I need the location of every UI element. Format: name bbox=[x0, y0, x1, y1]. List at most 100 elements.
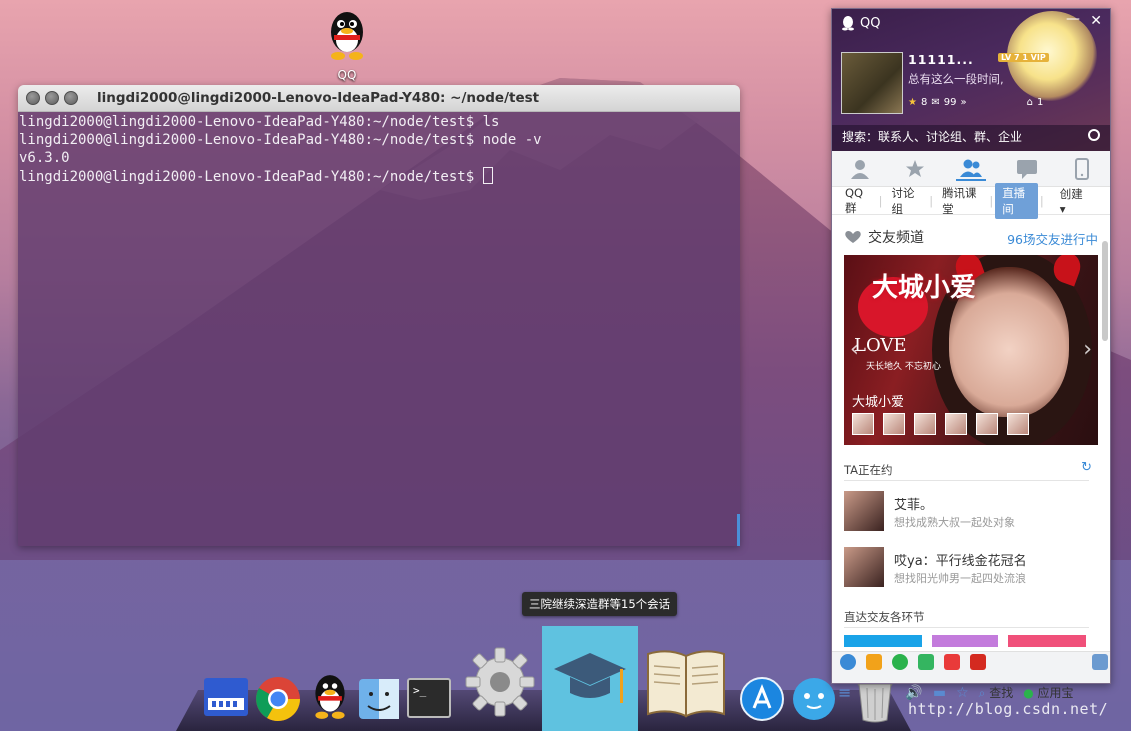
section-link[interactable]: 96场交友进行中 bbox=[1007, 229, 1098, 248]
qq-main-panel[interactable]: QQ — ✕ 11111... LV 7 1 VIP 总有这么一段时间, ★ 8… bbox=[831, 8, 1111, 684]
home-icon[interactable]: ⌂ bbox=[1027, 97, 1033, 108]
subtab-classroom[interactable]: 腾讯课堂 bbox=[935, 183, 987, 219]
app-center-icon: ● bbox=[1023, 686, 1034, 700]
thumbnail[interactable] bbox=[1007, 413, 1029, 435]
qq-title-area: QQ bbox=[840, 15, 880, 31]
chevron-right-icon[interactable]: › bbox=[1083, 337, 1092, 362]
tab-groups[interactable] bbox=[955, 157, 986, 181]
tab-contacts[interactable] bbox=[845, 157, 875, 181]
mail-icon[interactable]: ✉ bbox=[931, 97, 939, 108]
stock-icon[interactable] bbox=[944, 654, 960, 670]
thumbnail[interactable] bbox=[852, 413, 874, 435]
subtab-live[interactable]: 直播间 bbox=[995, 182, 1038, 219]
menu-icon[interactable]: ≡ bbox=[838, 683, 851, 702]
nickname[interactable]: 11111... bbox=[908, 52, 974, 67]
find-button[interactable]: ⌕ 查找 bbox=[979, 684, 1014, 701]
qq-app-title: QQ bbox=[860, 15, 881, 31]
terminal-icon[interactable]: >_ bbox=[407, 678, 451, 718]
star-level-icon[interactable]: ★ bbox=[908, 97, 917, 108]
maximize-button[interactable] bbox=[64, 91, 78, 105]
status-badges: ★ 8 ✉ 99 » ⌂ 1 bbox=[908, 97, 1043, 108]
divider: | bbox=[878, 193, 883, 208]
qq-scrollbar[interactable] bbox=[1102, 235, 1108, 665]
tab-mobile[interactable] bbox=[1067, 157, 1097, 181]
terminal-prompt-line[interactable]: lingdi2000@lingdi2000-Lenovo-IdeaPad-Y48… bbox=[19, 167, 739, 186]
banner-love: LOVE bbox=[854, 335, 907, 356]
close-button[interactable]: ✕ bbox=[1090, 13, 1102, 29]
tab-messages[interactable] bbox=[1012, 157, 1042, 181]
minimize-button[interactable]: — bbox=[1066, 11, 1080, 27]
avatar[interactable] bbox=[841, 52, 903, 114]
signature[interactable]: 总有这么一段时间, bbox=[908, 71, 1004, 87]
avatar bbox=[844, 547, 884, 587]
chevron-left-icon[interactable]: ‹ bbox=[850, 337, 859, 362]
jd-icon[interactable] bbox=[970, 654, 986, 670]
terminal-titlebar[interactable]: lingdi2000@lingdi2000-Lenovo-IdeaPad-Y48… bbox=[18, 85, 740, 112]
thumbnail[interactable] bbox=[883, 413, 905, 435]
subtab-create[interactable]: 创建 ▾ bbox=[1046, 184, 1110, 218]
favorites-icon[interactable]: ☆ bbox=[956, 685, 969, 701]
tab-favorites[interactable] bbox=[900, 157, 930, 181]
subtab-discussion[interactable]: 讨论组 bbox=[885, 183, 928, 219]
category-bar[interactable] bbox=[1008, 635, 1086, 647]
scrollbar-thumb[interactable] bbox=[1102, 241, 1108, 341]
search-icon[interactable] bbox=[1088, 129, 1100, 141]
thumbnail[interactable] bbox=[945, 413, 967, 435]
person-name: 艾菲。 bbox=[894, 498, 934, 513]
book-icon[interactable] bbox=[642, 640, 730, 720]
qq-penguin-icon bbox=[331, 12, 363, 60]
qq-footer-row: ≡ 🔊 ▬ ☆ ⌕ 查找 ● 应用宝 bbox=[838, 683, 1074, 702]
app-store-icon[interactable] bbox=[739, 676, 785, 722]
divider bbox=[844, 480, 1089, 481]
person-icon bbox=[850, 159, 869, 179]
person-desc: 想找阳光帅男一起四处流浪 bbox=[894, 572, 1026, 585]
thumbnail[interactable] bbox=[914, 413, 936, 435]
qq-logo-icon bbox=[842, 16, 854, 31]
banner-thumbnails bbox=[852, 413, 1029, 435]
refresh-icon[interactable]: ↻ bbox=[1081, 460, 1092, 475]
minimize-button[interactable] bbox=[45, 91, 59, 105]
category-bars bbox=[844, 635, 1086, 647]
subtab-qq-groups[interactable]: QQ群 bbox=[838, 184, 877, 218]
qzone-icon[interactable] bbox=[840, 654, 856, 670]
qq-icon[interactable] bbox=[307, 672, 353, 722]
game-icon[interactable] bbox=[866, 654, 882, 670]
category-bar[interactable] bbox=[844, 635, 922, 647]
ta-section-title: TA正在约 bbox=[844, 463, 893, 477]
terminal-window[interactable]: lingdi2000@lingdi2000-Lenovo-IdeaPad-Y48… bbox=[18, 85, 740, 546]
volume-icon[interactable]: 🔊 bbox=[905, 685, 922, 701]
section-header: 交友频道 bbox=[844, 227, 924, 247]
search-icon: ⌕ bbox=[978, 686, 986, 700]
live-banner[interactable]: 大城小爱 LOVE 天长地久 不忘初心 大城小爱 ‹ › bbox=[844, 255, 1098, 445]
apps-grid-icon[interactable] bbox=[1092, 654, 1108, 670]
person-desc: 想找成熟大叔一起处对象 bbox=[894, 516, 1015, 529]
terminal-scrollbar[interactable] bbox=[737, 514, 740, 546]
thumbnail[interactable] bbox=[976, 413, 998, 435]
svg-text:>_: >_ bbox=[413, 684, 427, 697]
folder-icon[interactable]: ▬ bbox=[933, 685, 946, 701]
search-input[interactable]: 搜索：联系人、讨论组、群、企业 bbox=[832, 125, 1110, 151]
app-center-button[interactable]: ● 应用宝 bbox=[1023, 684, 1073, 701]
finder-icon[interactable] bbox=[358, 678, 400, 720]
music-icon[interactable] bbox=[892, 654, 908, 670]
find-label: 查找 bbox=[989, 686, 1014, 700]
list-item[interactable]: 艾菲。 想找成熟大叔一起处对象 bbox=[844, 491, 1094, 535]
direct-section-title: 直达交友各环节 bbox=[844, 610, 925, 624]
category-bar[interactable] bbox=[932, 635, 998, 647]
settings-gear-icon[interactable] bbox=[462, 644, 538, 720]
list-item[interactable]: 哎ya：平行线金花冠名 想找阳光帅男一起四处流浪 bbox=[844, 547, 1094, 591]
more-icon[interactable]: » bbox=[960, 97, 966, 108]
desktop-qq-shortcut[interactable]: QQ bbox=[322, 10, 372, 82]
qq-sub-tabs: QQ群 | 讨论组 | 腾讯课堂 | 直播间 | 创建 ▾ bbox=[832, 182, 1110, 219]
search-placeholder: 搜索：联系人、讨论组、群、企业 bbox=[842, 130, 1023, 144]
graduation-cap-icon[interactable] bbox=[542, 626, 638, 731]
banner-caption: 大城小爱 bbox=[852, 395, 905, 410]
sheet-app-icon[interactable] bbox=[203, 676, 249, 718]
person-name: 哎ya：平行线金花冠名 bbox=[894, 554, 1027, 569]
close-button[interactable] bbox=[26, 91, 40, 105]
vip-badge[interactable]: LV 7 1 VIP bbox=[998, 53, 1049, 62]
chrome-icon[interactable] bbox=[255, 676, 301, 722]
terminal-cursor bbox=[482, 167, 493, 184]
video-icon[interactable] bbox=[918, 654, 934, 670]
terminal-output[interactable]: lingdi2000@lingdi2000-Lenovo-IdeaPad-Y48… bbox=[18, 112, 740, 546]
